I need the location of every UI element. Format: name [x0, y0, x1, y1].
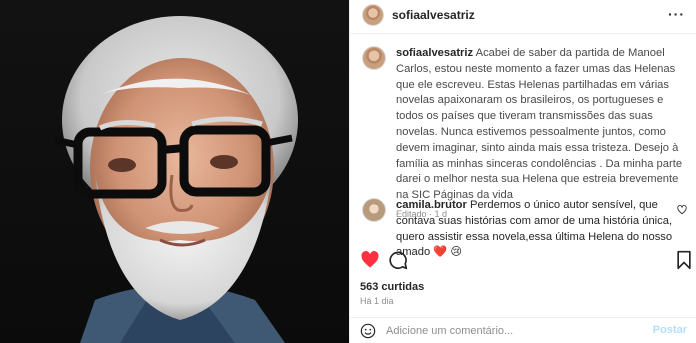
comment-like-icon[interactable] — [677, 205, 687, 215]
commenter-avatar[interactable] — [362, 198, 386, 222]
caption-body: Acabei de saber da partida de Manoel Car… — [396, 47, 683, 202]
heart-filled-icon[interactable] — [360, 250, 380, 270]
post-sidebar: sofiaalvesatriz ··· sofiaalvesatriz Acab… — [349, 0, 696, 343]
author-username[interactable]: sofiaalvesatriz — [392, 8, 475, 22]
post-photo — [0, 0, 349, 343]
caption-username[interactable]: sofiaalvesatriz — [396, 47, 473, 59]
comment-bubble-icon[interactable] — [388, 250, 408, 270]
post-timestamp: Há 1 dia — [360, 296, 394, 306]
post-header: sofiaalvesatriz ··· — [350, 0, 696, 34]
more-horizontal-icon[interactable]: ··· — [668, 6, 685, 22]
bookmark-icon[interactable] — [676, 250, 692, 270]
caption-avatar[interactable] — [362, 46, 386, 70]
comment-input[interactable] — [386, 322, 636, 340]
emoji-icon[interactable] — [360, 323, 376, 339]
commenter-username[interactable]: camila.brutor — [396, 199, 467, 211]
post-comment-button[interactable]: Postar — [653, 324, 687, 336]
instagram-post: sofiaalvesatriz ··· sofiaalvesatriz Acab… — [0, 0, 696, 343]
caption-text-block: sofiaalvesatriz Acabei de saber da parti… — [396, 46, 688, 204]
action-bar — [350, 248, 696, 272]
likes-count[interactable]: 563 curtidas — [360, 281, 424, 293]
author-avatar[interactable] — [362, 4, 384, 26]
add-comment-bar: Postar — [350, 317, 696, 343]
